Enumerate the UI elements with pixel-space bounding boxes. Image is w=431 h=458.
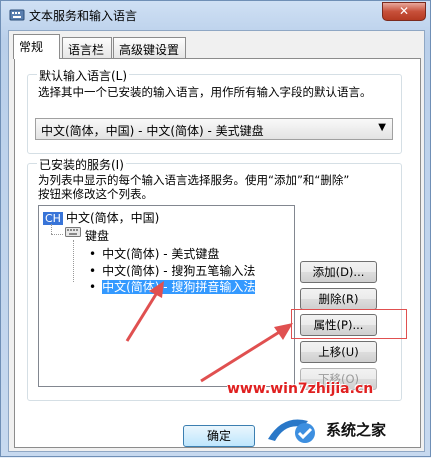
installed-services-label: 已安装的服务(I) [37,156,126,173]
dropdown-arrow-icon: ▼ [378,122,386,133]
tab-language-bar-label: 语言栏 [68,43,105,57]
tree-category-label: 键盘 [85,229,110,243]
keyboard-app-icon [9,9,25,21]
services-tree[interactable]: CH 中文(简体，中国) 键盘 • 中文(简体) - 美式键盘 • 中文(简体) - … [38,205,295,387]
tab-general[interactable]: 常规 [13,34,60,59]
tab-advanced-key-settings[interactable]: 高级键设置 [113,37,186,58]
installed-services-description-2: 按钮来修改这个列表。 [38,187,153,201]
remove-button[interactable]: 删除(R) [300,288,377,310]
default-language-description: 选择其中一个已安装的输入语言，用作所有输入字段的默认语言。 [38,85,372,99]
tree-service-label: 中文(简体) - 搜狗拼音输入法 [102,280,256,294]
tree-service-item[interactable]: • 中文(简体) - 美式键盘 [89,245,219,262]
tree-category-node[interactable]: 键盘 [85,227,109,244]
tree-line [51,234,63,235]
tab-language-bar[interactable]: 语言栏 [62,37,112,58]
watermark-brand: 系统之家 [326,421,387,439]
tree-service-label: 中文(简体) - 美式键盘 [102,247,220,261]
add-button[interactable]: 添加(D)... [300,261,377,283]
ok-button[interactable]: 确定 [183,425,255,447]
bullet-icon: • [89,247,97,261]
tree-language-node[interactable]: CH 中文(简体，中国) [43,209,159,226]
tree-service-item[interactable]: • 中文(简体) - 搜狗五笔输入法 [89,262,255,279]
watermark-logo-icon [268,419,315,443]
dialog-window: 文本服务和输入语言 ✕ 常规 语言栏 高级键设置 默认输入语言(L) 选择其中一… [0,0,431,457]
bullet-icon: • [89,264,97,278]
window-title: 文本服务和输入语言 [29,9,138,23]
watermark-url: www.win7zhijia.cn [227,381,374,397]
tab-general-label: 常规 [19,40,44,54]
default-language-select[interactable]: 中文(简体，中国) - 中文(简体) - 美式键盘 ▼ [35,118,393,140]
close-icon: ✕ [398,4,410,18]
tree-service-item-selected[interactable]: • 中文(简体) - 搜狗拼音输入法 [89,278,256,295]
move-up-button[interactable]: 上移(U) [300,341,377,363]
keyboard-icon [65,227,81,237]
tree-service-label: 中文(简体) - 搜狗五笔输入法 [102,264,256,278]
tree-language-label: 中文(简体，中国) [65,211,160,225]
tab-advanced-label: 高级键设置 [119,43,180,57]
tree-line [73,240,74,282]
language-code-badge: CH [43,212,63,225]
default-language-label: 默认输入语言(L) [37,67,130,84]
tree-line [51,224,52,234]
annotation-highlight-box [291,309,407,339]
title-bar[interactable]: 文本服务和输入语言 ✕ [1,1,431,29]
default-language-value: 中文(简体，中国) - 中文(简体) - 美式键盘 [41,124,264,138]
close-button[interactable]: ✕ [382,2,426,21]
bullet-icon: • [89,280,97,294]
